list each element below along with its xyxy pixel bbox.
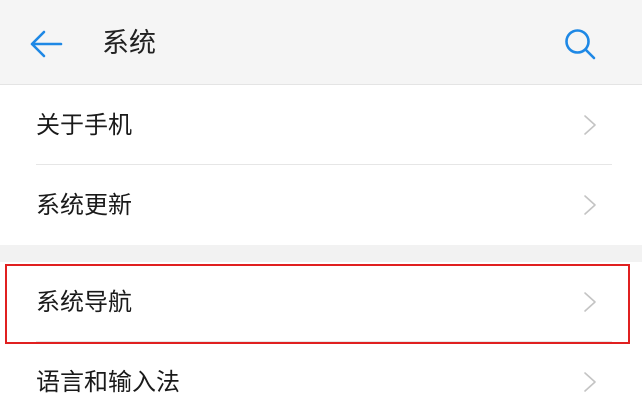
settings-item-label: 系统导航	[36, 288, 132, 316]
search-button[interactable]	[556, 20, 604, 68]
settings-item-label: 关于手机	[36, 111, 132, 139]
settings-item-label: 语言和输入法	[36, 368, 180, 396]
page-title: 系统	[102, 28, 156, 59]
settings-item-system-navigation[interactable]: 系统导航	[0, 262, 642, 342]
search-icon	[565, 29, 596, 60]
chevron-right-icon	[584, 115, 596, 135]
settings-item-language-input[interactable]: 语言和输入法	[0, 342, 642, 420]
settings-group-1: 关于手机 系统更新	[0, 85, 642, 245]
settings-item-label: 系统更新	[36, 191, 132, 219]
settings-screen: 系统 关于手机 系统更新 系统导航 语言和输入法	[0, 0, 642, 420]
settings-item-system-update[interactable]: 系统更新	[0, 165, 642, 245]
chevron-right-icon	[584, 292, 596, 312]
app-header: 系统	[0, 0, 642, 85]
settings-group-2: 系统导航 语言和输入法	[0, 262, 642, 420]
arrow-left-icon	[30, 30, 63, 58]
back-button[interactable]	[22, 20, 70, 68]
chevron-right-icon	[584, 372, 596, 392]
settings-item-about-phone[interactable]: 关于手机	[0, 85, 642, 165]
chevron-right-icon	[584, 195, 596, 215]
